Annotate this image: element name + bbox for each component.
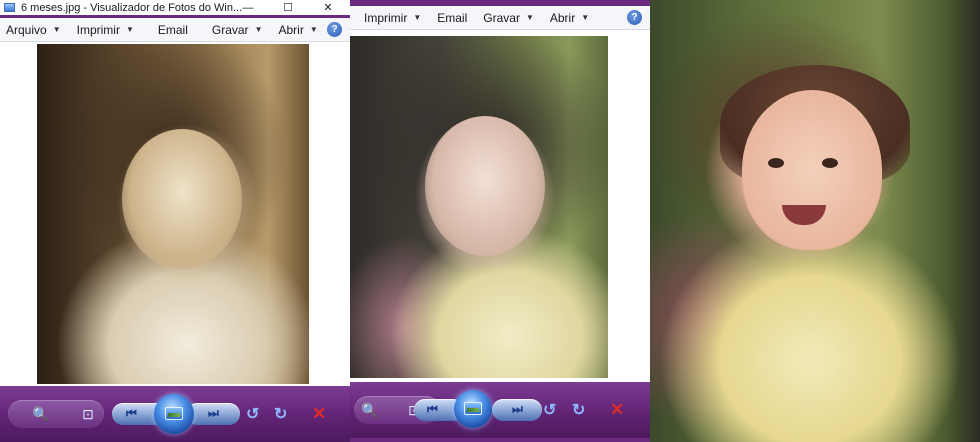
chevron-down-icon: ▼ [52,25,61,34]
menu-label: Gravar [483,10,520,25]
slideshow-icon [165,407,183,420]
menu-abrir-2[interactable]: Abrir ▼ [544,6,599,29]
menu-label: Gravar [211,22,249,37]
photo-face-region [122,129,242,269]
menu-label: Imprimir [364,10,408,25]
chevron-down-icon: ▼ [413,13,422,22]
window-title: 6 meses.jpg - Visualizador de Fotos do W… [21,1,243,14]
actual-size-icon[interactable]: ⊡ [76,406,100,422]
image-viewport-1 [0,42,350,387]
original-sepia-photo [37,44,309,384]
desktop: Imprimir ▼ Email Gravar ▼ Abrir ▼ ? 🔍 ⊡ ⏮ ⏭… [0,0,980,442]
rotate-counterclockwise-icon[interactable]: ↺ [543,400,556,420]
menu-label: Arquivo [6,22,47,37]
photo-viewer-app-icon [4,3,15,12]
playback-toolbar-2: 🔍 ⊡ ⏮ ⏭ ↺ ↻ ✕ [346,382,650,438]
slideshow-button-2[interactable] [454,390,492,428]
next-icon: ⏭ [512,402,523,416]
colorized-photo [650,0,980,442]
menu-imprimir-2[interactable]: Imprimir ▼ [358,6,431,29]
photo-viewer-window-2: Imprimir ▼ Email Gravar ▼ Abrir ▼ ? 🔍 ⊡ ⏮ ⏭… [346,0,650,442]
rotate-clockwise-icon[interactable]: ↻ [572,400,585,420]
chevron-down-icon: ▼ [309,25,318,34]
menu-label: Email [437,10,468,25]
rotate-clockwise-icon[interactable]: ↻ [274,404,287,424]
zoom-icon[interactable]: 🔍 [358,402,382,418]
next-button-2[interactable]: ⏭ [492,399,542,421]
delete-icon[interactable]: ✕ [312,404,326,424]
previous-icon: ⏮ [126,406,137,420]
title-bar: 6 meses.jpg - Visualizador de Fotos do W… [0,0,350,15]
close-button[interactable]: ✕ [308,0,348,15]
chevron-down-icon: ▼ [125,25,134,34]
menu-gravar[interactable]: Gravar ▼ [198,18,273,41]
photo-eye-right [822,158,838,168]
delete-icon[interactable]: ✕ [610,400,624,420]
menu-label: Email [157,22,188,37]
slideshow-icon [464,402,482,415]
zoom-icon[interactable]: 🔍 [26,406,56,422]
semi-colorized-photo [350,36,608,378]
menu-bar-1: Arquivo ▼ Imprimir ▼ Email Gravar ▼ Abrir ▼ … [0,18,350,42]
menu-label: Imprimir [76,22,120,37]
menu-gravar-2[interactable]: Gravar ▼ [477,6,544,29]
help-icon[interactable]: ? [327,22,342,37]
chevron-down-icon: ▼ [254,25,263,34]
menu-email-2[interactable]: Email [431,6,477,29]
photo-eye-left [768,158,784,168]
next-icon: ⏭ [208,406,219,420]
maximize-button[interactable]: ☐ [268,0,308,15]
menu-arquivo[interactable]: Arquivo ▼ [0,18,71,41]
playback-toolbar-1: 🔍 ⊡ ⏮ ⏭ ↺ ↻ ✕ [0,386,350,442]
help-icon[interactable]: ? [627,10,642,25]
minimize-button[interactable]: — [228,0,268,15]
menu-abrir[interactable]: Abrir ▼ [272,18,327,41]
photo-face-region [425,116,545,256]
next-button[interactable]: ⏭ [186,403,240,425]
previous-icon: ⏮ [427,402,438,416]
menu-email[interactable]: Email [144,18,198,41]
rotate-counterclockwise-icon[interactable]: ↺ [246,404,259,424]
menu-label: Abrir [549,10,576,25]
slideshow-button[interactable] [154,394,194,434]
menu-imprimir[interactable]: Imprimir ▼ [71,18,144,41]
photo-viewer-window-1: 6 meses.jpg - Visualizador de Fotos do W… [0,0,350,442]
menu-label: Abrir [278,22,304,37]
photo-face-region [742,90,882,250]
chevron-down-icon: ▼ [525,13,534,22]
chevron-down-icon: ▼ [581,13,590,22]
menu-bar-2: Imprimir ▼ Email Gravar ▼ Abrir ▼ ? [346,6,650,30]
